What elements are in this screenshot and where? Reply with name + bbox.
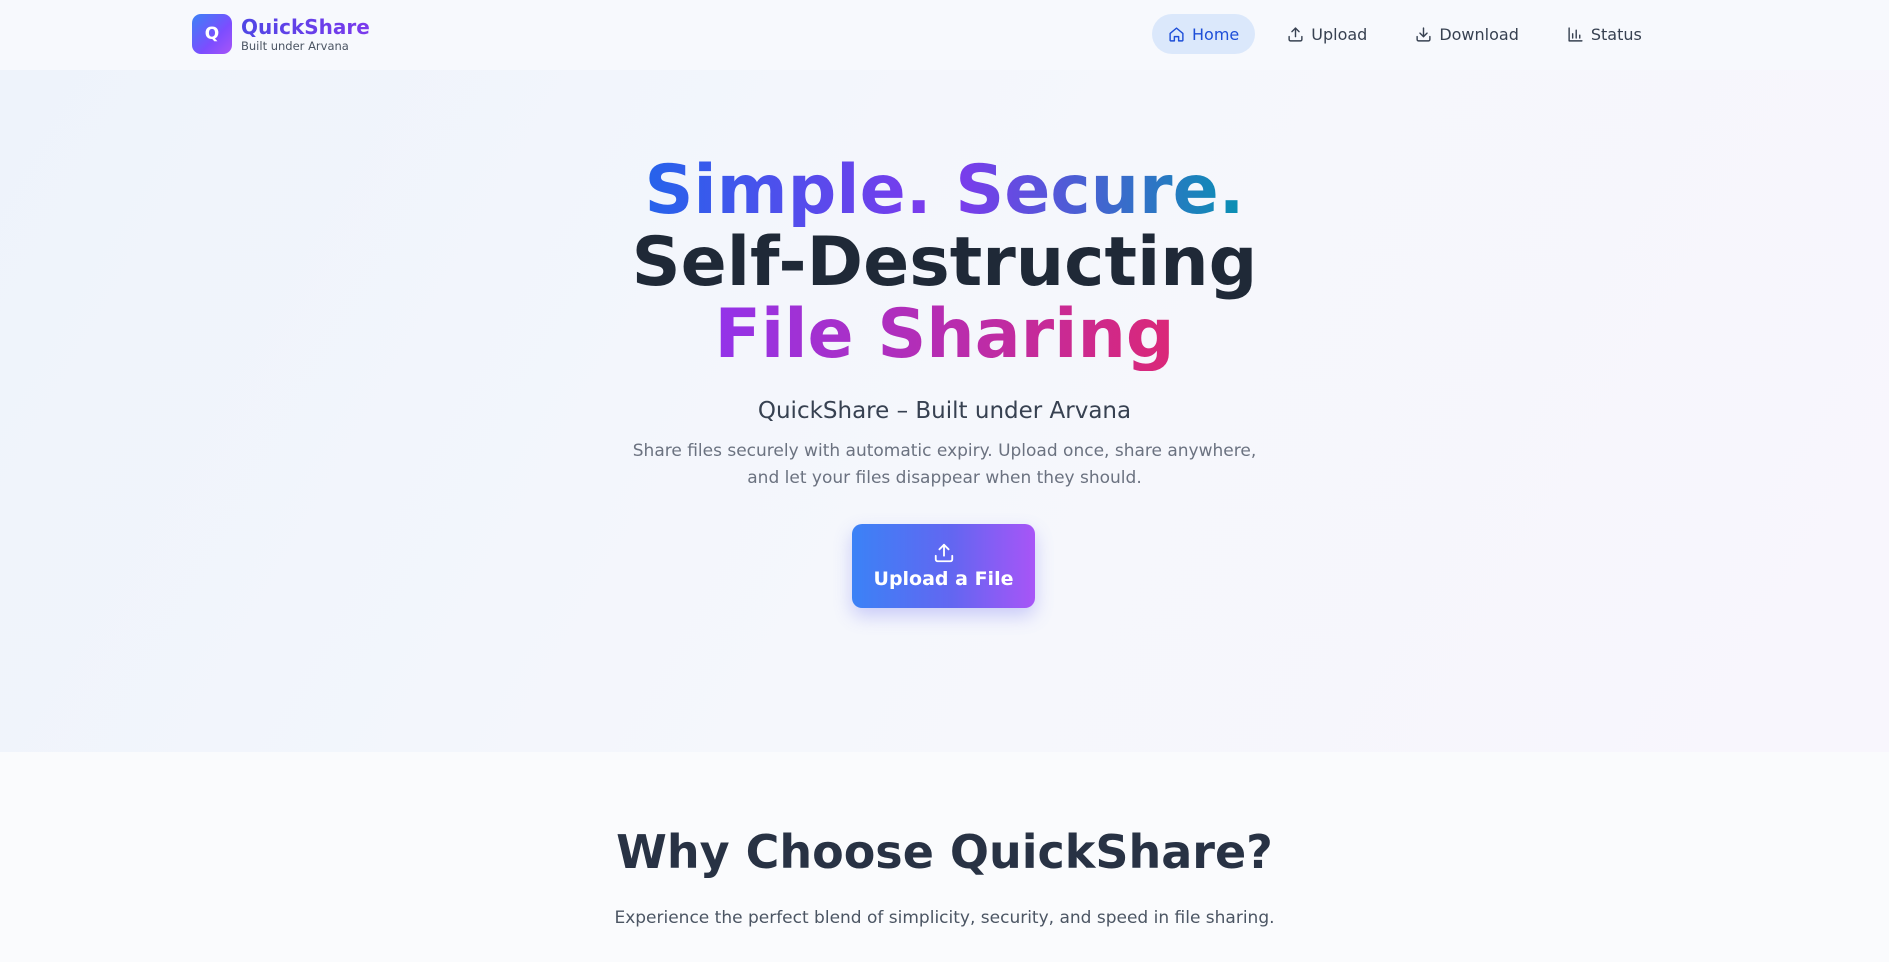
upload-file-button-label: Upload a File	[873, 568, 1014, 590]
logo-badge: Q	[192, 14, 232, 54]
nav-item-label: Upload	[1311, 24, 1368, 44]
hero-subtitle: QuickShare – Built under Arvana	[757, 398, 1132, 424]
bar-chart-icon	[1568, 26, 1583, 42]
nav-item-download[interactable]: Download	[1399, 14, 1535, 54]
upload-file-button[interactable]: Upload a File	[852, 524, 1035, 608]
hero-section: Simple. Secure. Self-Destructing File Sh…	[0, 70, 1889, 752]
brand-tagline: Built under Arvana	[241, 39, 349, 53]
hero-description: Share files securely with automatic expi…	[632, 441, 1257, 488]
hero-title-secure: Secure.	[955, 151, 1245, 230]
logo-letter: Q	[204, 24, 220, 44]
top-navbar: Q QuickShare Built under Arvana Home Upl…	[0, 0, 1889, 70]
features-section: Why Choose QuickShare? Experience the pe…	[0, 752, 1889, 962]
upload-icon	[1288, 26, 1303, 42]
download-icon	[1416, 26, 1431, 42]
features-description: Experience the perfect blend of simplici…	[614, 908, 1275, 928]
upload-icon	[934, 543, 953, 563]
nav-item-upload[interactable]: Upload	[1271, 14, 1383, 54]
brand-text: QuickShare Built under Arvana	[241, 15, 370, 53]
hero-title-line-2: Self-Destructing	[631, 223, 1258, 302]
brand-name: QuickShare	[241, 15, 370, 39]
hero-title-simple: Simple.	[644, 151, 932, 230]
features-title: Why Choose QuickShare?	[616, 825, 1273, 879]
nav-item-home[interactable]: Home	[1152, 14, 1256, 54]
nav-item-label: Status	[1590, 24, 1642, 44]
hero-title: Simple. Secure. Self-Destructing File Sh…	[0, 155, 1889, 371]
brand-logo-link[interactable]: Q QuickShare Built under Arvana	[192, 14, 370, 54]
main-nav: Home Upload Download Status	[1152, 14, 1674, 54]
hero-title-line-1: Simple. Secure.	[644, 151, 1244, 230]
nav-item-status[interactable]: Status	[1551, 14, 1658, 54]
home-icon	[1169, 26, 1184, 42]
nav-item-label: Home	[1192, 24, 1240, 44]
hero-title-line-3: File Sharing	[714, 295, 1175, 374]
nav-item-label: Download	[1439, 24, 1519, 44]
